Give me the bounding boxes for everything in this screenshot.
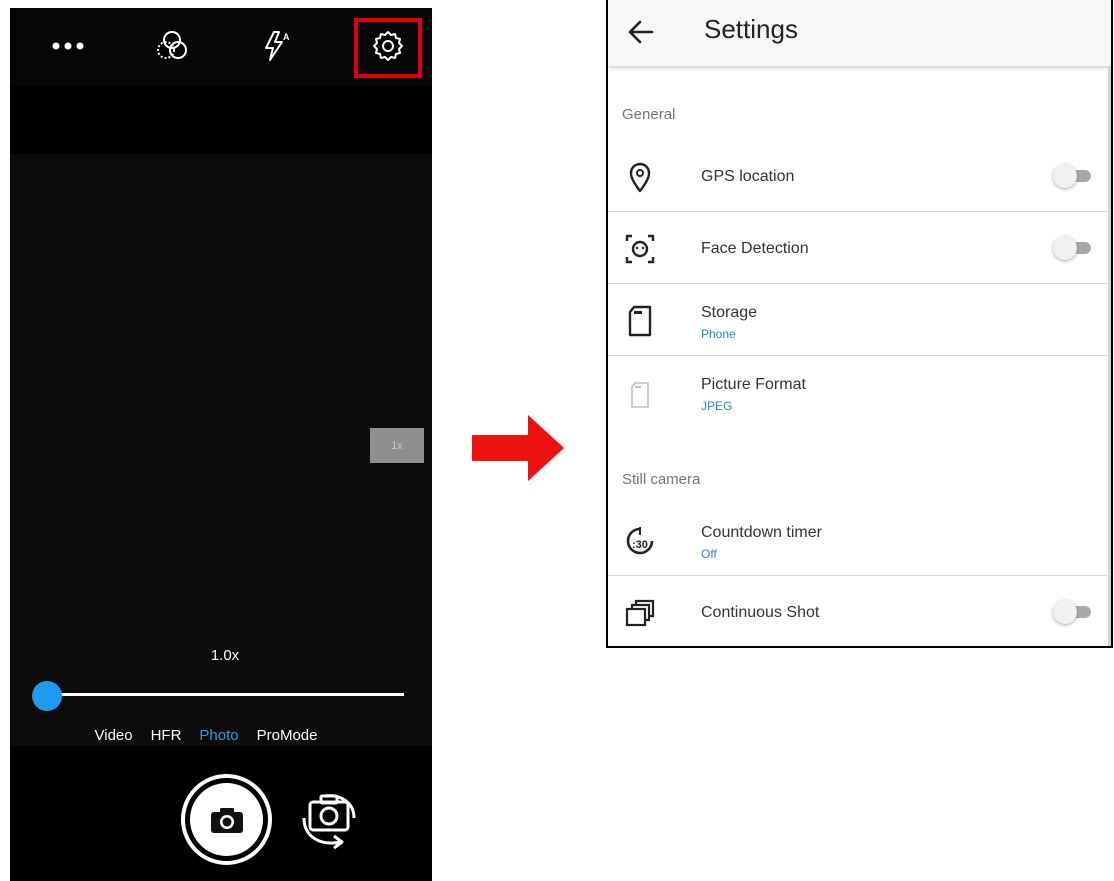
row-title: Countdown timer bbox=[701, 524, 822, 541]
back-arrow-icon[interactable] bbox=[622, 14, 662, 50]
shutter-button[interactable] bbox=[181, 774, 272, 865]
timer-30-icon: :30 bbox=[626, 527, 654, 555]
zoom-slider-thumb[interactable] bbox=[32, 681, 62, 711]
settings-highlight-box bbox=[354, 18, 422, 78]
mode-photo[interactable]: Photo bbox=[199, 727, 238, 744]
mode-hfr[interactable]: HFR bbox=[151, 727, 182, 744]
shutter-inner bbox=[190, 783, 263, 856]
continuous-shot-toggle[interactable] bbox=[1053, 600, 1093, 624]
row-title: GPS location bbox=[701, 168, 795, 185]
camera-top-bar: A bbox=[10, 8, 432, 86]
location-pin-icon bbox=[629, 162, 651, 193]
zoom-slider-track[interactable] bbox=[48, 693, 404, 696]
svg-text:A: A bbox=[283, 32, 290, 42]
scrollbar[interactable] bbox=[1108, 66, 1111, 646]
row-picture-format[interactable]: Picture Format JPEG bbox=[608, 356, 1107, 428]
row-title: Storage bbox=[701, 304, 758, 321]
camera-icon bbox=[210, 807, 243, 833]
section-still-camera: Still camera bbox=[622, 471, 701, 488]
row-face-detection[interactable]: Face Detection bbox=[608, 212, 1107, 284]
flash-auto-icon[interactable]: A bbox=[256, 26, 296, 66]
settings-app-bar: Settings bbox=[608, 0, 1111, 66]
face-detection-icon bbox=[625, 234, 655, 264]
mode-promode[interactable]: ProMode bbox=[257, 727, 318, 744]
face-detection-toggle[interactable] bbox=[1053, 236, 1093, 260]
row-continuous-shot[interactable]: Continuous Shot bbox=[608, 576, 1107, 646]
switch-camera-icon[interactable] bbox=[290, 788, 368, 854]
row-title: Face Detection bbox=[701, 240, 809, 257]
row-gps-location[interactable]: GPS location bbox=[608, 140, 1107, 212]
camera-black-band bbox=[10, 86, 432, 154]
row-subtitle: JPEG bbox=[701, 399, 733, 413]
section-general: General bbox=[622, 106, 676, 123]
row-title: Continuous Shot bbox=[701, 604, 820, 621]
row-title: Picture Format bbox=[701, 376, 806, 393]
zoom-level-label: 1.0x bbox=[210, 647, 240, 664]
row-countdown-timer[interactable]: :30 Countdown timer Off bbox=[608, 504, 1107, 576]
sd-card-icon bbox=[628, 305, 652, 337]
row-storage[interactable]: Storage Phone bbox=[608, 284, 1107, 356]
settings-title: Settings bbox=[704, 14, 798, 44]
burst-shot-icon bbox=[625, 599, 655, 627]
more-icon[interactable] bbox=[48, 26, 88, 66]
color-filter-icon[interactable] bbox=[152, 26, 192, 66]
row-subtitle: Off bbox=[701, 547, 717, 561]
row-subtitle: Phone bbox=[701, 327, 736, 341]
zoom-badge[interactable]: 1x bbox=[370, 428, 424, 463]
svg-text::30: :30 bbox=[632, 539, 648, 551]
settings-screen: Settings General GPS location Face Detec… bbox=[606, 0, 1113, 648]
gps-toggle[interactable] bbox=[1053, 164, 1093, 188]
sd-card-outline-icon bbox=[631, 382, 649, 408]
camera-screen: A 1x 1.0x Video HFR Photo ProMode bbox=[10, 8, 432, 881]
mode-selector: Video HFR Photo ProMode bbox=[10, 727, 432, 744]
transition-arrow bbox=[472, 415, 564, 481]
mode-video[interactable]: Video bbox=[95, 727, 133, 744]
